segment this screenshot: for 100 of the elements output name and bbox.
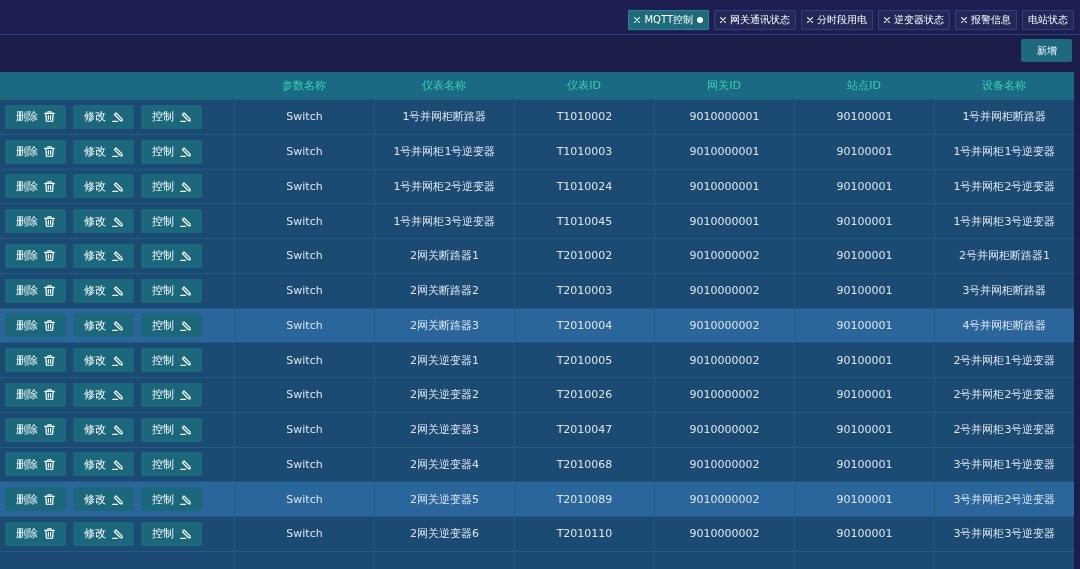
table-cell: 3号并网柜3号逆变器 (934, 517, 1074, 551)
table-cell: 90100001 (794, 239, 934, 273)
delete-button[interactable]: 删除 (5, 278, 66, 303)
table-cell: 2号并网柜断路器1 (934, 239, 1074, 273)
trash-icon (44, 354, 55, 366)
pencil-icon (180, 180, 191, 192)
control-button[interactable]: 控制 (141, 521, 202, 546)
trash-icon (44, 250, 55, 262)
edit-button[interactable]: 修改 (73, 174, 134, 199)
delete-button[interactable]: 删除 (5, 104, 66, 129)
edit-button[interactable]: 修改 (73, 382, 134, 407)
table-row[interactable]: 删除 修改 控制 Switch 1号并网柜1号逆变器 T1010003 9010000001 90100001 1号并网柜1号逆变器 (0, 133, 1074, 169)
table-row[interactable]: 删除 修改 控制 Switch 2网关断路器1 T2010002 9010000002 90100001 2号并网柜断路器1 (0, 238, 1074, 273)
pencil-icon (112, 319, 123, 331)
table-cell: 90100001 (794, 134, 934, 169)
dot-icon (697, 16, 703, 23)
table-cell: T2010110 (514, 517, 654, 551)
table-row[interactable]: 删除 修改 控制 Switch 2网关逆变器6 T2010110 9010000002 90100001 3号并网柜3号逆变器 (0, 516, 1074, 551)
tab[interactable]: 分时段用电 (801, 9, 873, 30)
pencil-icon (180, 424, 191, 436)
trash-icon (44, 285, 55, 297)
control-button[interactable]: 控制 (141, 174, 202, 199)
edit-button[interactable]: 修改 (73, 278, 134, 303)
pencil-icon (180, 146, 191, 158)
control-button[interactable]: 控制 (141, 104, 202, 129)
table-row[interactable]: 删除 修改 控制 Switch 2网关逆变器5 T2010089 9010000002 90100001 3号并网柜2号逆变器 (0, 481, 1074, 516)
close-icon[interactable] (720, 16, 726, 23)
control-button[interactable]: 控制 (141, 382, 202, 407)
delete-button[interactable]: 删除 (5, 313, 66, 338)
table-row[interactable]: 删除 修改 控制 Switch 2网关逆变器3 T2010047 9010000002 90100001 2号并网柜3号逆变器 (0, 411, 1074, 447)
control-button[interactable]: 控制 (141, 209, 202, 234)
table-row[interactable]: 删除 修改 控制 Switch 1号并网柜3号逆变器 T1010045 9010000001 90100001 1号并网柜3号逆变器 (0, 203, 1074, 238)
table-row[interactable]: 删除 修改 控制 Switch 2网关逆变器4 T2010068 9010000002 90100001 3号并网柜1号逆变器 (0, 446, 1074, 482)
table-cell: Switch (234, 239, 374, 273)
column-header: 参数名称 (281, 78, 327, 94)
tab[interactable]: 逆变器状态 (878, 9, 950, 30)
control-button[interactable]: 控制 (141, 487, 202, 512)
control-button[interactable]: 控制 (141, 139, 202, 164)
table-cell: T2010002 (514, 239, 654, 273)
tab[interactable]: 报警信息 (955, 9, 1017, 30)
delete-button[interactable]: 删除 (5, 348, 66, 373)
delete-button[interactable]: 删除 (5, 209, 66, 234)
delete-button[interactable]: 删除 (5, 487, 66, 512)
tab[interactable]: 网关通讯状态 (714, 9, 796, 30)
delete-button[interactable]: 删除 (5, 521, 66, 546)
pencil-icon (180, 111, 191, 123)
pencil-icon (180, 354, 191, 366)
table-cell: 9010000002 (654, 239, 794, 273)
control-button[interactable]: 控制 (141, 452, 202, 477)
pencil-icon (180, 528, 191, 540)
table-row[interactable]: 删除 修改 控制 Switch 1号并网柜2号逆变器 T1010024 9010000001 90100001 1号并网柜2号逆变器 (0, 168, 1074, 204)
table-row[interactable]: 删除 修改 控制 Switch 2网关逆变器1 T2010005 9010000002 90100001 2号并网柜1号逆变器 (0, 342, 1074, 377)
table-cell: Switch (234, 273, 374, 308)
table-cell: T2010047 (514, 412, 654, 447)
edit-button[interactable]: 修改 (73, 139, 134, 164)
delete-button[interactable]: 删除 (5, 139, 66, 164)
close-icon[interactable] (634, 16, 641, 23)
control-button[interactable]: 控制 (141, 278, 202, 303)
table-cell: 90100001 (794, 378, 934, 412)
control-button[interactable]: 控制 (141, 313, 202, 338)
edit-button[interactable]: 修改 (73, 209, 134, 234)
table-row[interactable]: 删除 修改 控制 Switch 2网关断路器3 T2010004 9010000002 90100001 4号并网柜断路器 (0, 307, 1074, 343)
table-cell: 9010000002 (654, 412, 794, 447)
control-button[interactable]: 控制 (141, 417, 202, 442)
close-icon[interactable] (807, 16, 813, 23)
edit-button[interactable]: 修改 (73, 104, 134, 129)
close-icon[interactable] (961, 16, 967, 23)
delete-button[interactable]: 删除 (5, 174, 66, 199)
delete-button[interactable]: 删除 (5, 382, 66, 407)
edit-button[interactable]: 修改 (73, 521, 134, 546)
trash-icon (44, 528, 55, 540)
control-button[interactable]: 控制 (141, 243, 202, 268)
table-cell: 1号并网柜断路器 (934, 100, 1074, 134)
table-row[interactable]: 删除 修改 控制 Switch 2网关断路器2 T2010003 9010000002 90100001 3号并网柜断路器 (0, 272, 1074, 308)
delete-button[interactable]: 删除 (5, 417, 66, 442)
trash-icon (44, 493, 55, 505)
edit-button[interactable]: 修改 (73, 452, 134, 477)
table-cell: 9010000002 (654, 517, 794, 551)
pencil-icon (112, 215, 123, 227)
tab[interactable]: 电站状态 (1022, 9, 1074, 30)
close-icon[interactable] (884, 16, 890, 23)
edit-button[interactable]: 修改 (73, 417, 134, 442)
edit-button[interactable]: 修改 (73, 487, 134, 512)
add-button[interactable]: 新增 (1021, 39, 1072, 62)
pencil-icon (180, 458, 191, 470)
table-row[interactable]: 删除 修改 控制 Switch 1号并网柜断路器 T1010002 9010000001 90100001 1号并网柜断路器 (0, 99, 1074, 134)
edit-button[interactable]: 修改 (73, 243, 134, 268)
pencil-icon (112, 493, 123, 505)
delete-button[interactable]: 删除 (5, 452, 66, 477)
edit-button[interactable]: 修改 (73, 348, 134, 373)
table-cell: 9010000002 (654, 273, 794, 308)
table-row[interactable]: 删除 修改 控制 Switch 2网关逆变器2 T2010026 9010000002 90100001 2号并网柜2号逆变器 (0, 377, 1074, 412)
edit-button[interactable]: 修改 (73, 313, 134, 338)
delete-button[interactable]: 删除 (5, 243, 66, 268)
trash-icon (44, 458, 55, 470)
control-button[interactable]: 控制 (141, 348, 202, 373)
tab[interactable]: MQTT控制 (628, 9, 709, 30)
table-cell: 2网关逆变器3 (374, 412, 514, 447)
trash-icon (44, 180, 55, 192)
table-cell: Switch (234, 100, 374, 134)
